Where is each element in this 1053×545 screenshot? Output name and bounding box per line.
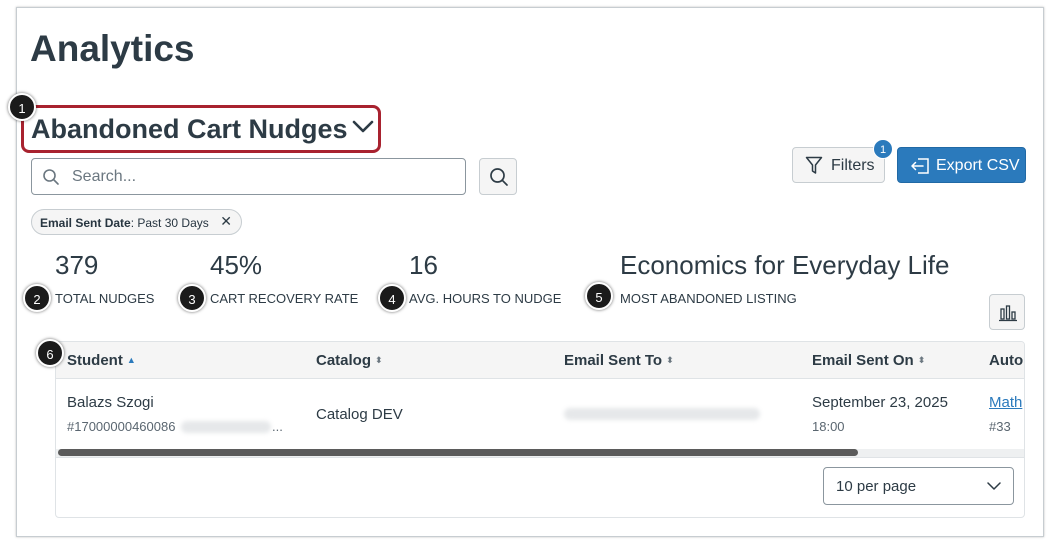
callout-4: 4 (378, 284, 406, 312)
sort-icon: ⬍ (666, 355, 674, 365)
redacted-email (564, 408, 760, 420)
per-page-select[interactable]: 10 per page (823, 467, 1014, 505)
filters-count-badge: 1 (873, 139, 893, 159)
chevron-down-icon (987, 482, 1001, 490)
search-icon (490, 168, 508, 186)
sort-ascending-icon: ▲ (126, 355, 136, 365)
active-filter-pill[interactable]: Email Sent Date: Past 30 Days ✕ (31, 209, 242, 235)
chart-view-button[interactable] (989, 294, 1025, 330)
page-title: Analytics (30, 28, 195, 69)
callout-2: 2 (23, 284, 51, 312)
filter-funnel-icon (805, 156, 823, 174)
sort-icon: ⬍ (375, 355, 383, 365)
auto-sub: #33 (989, 419, 1011, 434)
filters-label: Filters (831, 157, 875, 174)
total-nudges-label: TOTAL NUDGES (55, 291, 155, 306)
student-id-overflow: ... (272, 419, 283, 434)
column-label: Email Sent On (812, 352, 914, 369)
cart-recovery-label: CART RECOVERY RATE (210, 291, 359, 306)
export-csv-button[interactable]: Export CSV (897, 147, 1026, 183)
search-field[interactable] (31, 158, 466, 195)
column-label: Email Sent To (564, 352, 663, 369)
total-nudges-value: 379 (55, 250, 99, 280)
table-header: Student ▲ Catalog ⬍ Email Sent To ⬍ Email S… (56, 342, 1024, 379)
column-auto[interactable]: Auto (989, 352, 1023, 369)
chevron-down-icon[interactable] (352, 118, 374, 136)
callout-1: 1 (8, 93, 36, 121)
bar-chart-icon (999, 305, 1017, 322)
nudges-table: Student ▲ Catalog ⬍ Email Sent To ⬍ Email S… (55, 341, 1025, 518)
student-name: Balazs Szogi (67, 394, 154, 411)
scrollbar-thumb[interactable] (58, 449, 858, 456)
export-icon (911, 158, 929, 174)
callout-6: 6 (36, 339, 64, 367)
divider (56, 457, 1024, 458)
column-email-sent-on[interactable]: Email Sent On ⬍ (812, 352, 925, 369)
search-button[interactable] (479, 158, 517, 195)
avg-hours-value: 16 (409, 250, 438, 280)
per-page-value: 10 per page (836, 478, 917, 495)
close-icon[interactable]: ✕ (220, 213, 232, 230)
column-student[interactable]: Student ▲ (67, 352, 136, 369)
search-input[interactable] (70, 165, 450, 189)
search-icon (43, 169, 59, 185)
auto-link[interactable]: Math (989, 394, 1022, 411)
export-label: Export CSV (936, 157, 1020, 174)
column-label: Auto (989, 352, 1024, 369)
student-id: #17000000460086 (67, 419, 176, 434)
column-label: Student (67, 352, 123, 369)
sort-icon: ⬍ (917, 355, 926, 365)
column-email-sent-to[interactable]: Email Sent To ⬍ (564, 352, 674, 369)
callout-3: 3 (178, 284, 206, 312)
most-abandoned-label: MOST ABANDONED LISTING (620, 291, 797, 306)
filter-value: : Past 30 Days (130, 216, 209, 230)
cart-recovery-value: 45% (210, 250, 263, 280)
report-selector[interactable]: Abandoned Cart Nudges (31, 114, 348, 145)
most-abandoned-value: Economics for Everyday Life (620, 250, 950, 280)
filter-name: Email Sent Date (40, 216, 131, 230)
redacted-text (181, 421, 271, 433)
column-catalog[interactable]: Catalog ⬍ (316, 352, 383, 369)
filters-button[interactable]: Filters (792, 147, 885, 183)
column-label: Catalog (316, 352, 372, 369)
catalog-cell: Catalog DEV (316, 406, 403, 423)
avg-hours-label: AVG. HOURS TO NUDGE (409, 291, 562, 306)
callout-5: 5 (585, 282, 613, 310)
email-sent-time: 18:00 (812, 419, 845, 434)
email-sent-date: September 23, 2025 (812, 394, 948, 411)
